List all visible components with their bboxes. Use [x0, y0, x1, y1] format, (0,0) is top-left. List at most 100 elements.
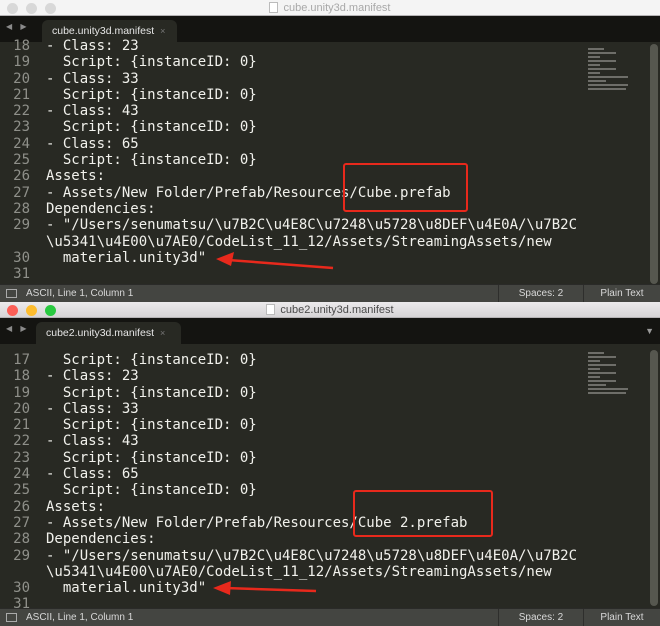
code-line[interactable]: 23 Script: {instanceID: 0}	[0, 450, 580, 466]
zoom-button[interactable]	[45, 3, 56, 14]
line-number: 18	[13, 38, 30, 54]
panel-toggle-icon[interactable]	[6, 289, 17, 298]
code-line[interactable]: 30 material.unity3d"	[0, 580, 580, 596]
document-icon	[266, 304, 276, 315]
code-line[interactable]: 24 - Class: 65	[0, 466, 580, 482]
code-line[interactable]: \u5341\u4E00\u7AE0/CodeList_11_12/Assets…	[0, 564, 580, 580]
code-line[interactable]: 21 Script: {instanceID: 0}	[0, 87, 580, 103]
line-number: 23	[13, 119, 30, 136]
code-line[interactable]: 20 - Class: 33	[0, 401, 580, 417]
code-line[interactable]: 22 - Class: 43	[0, 103, 580, 119]
code-line[interactable]: 27- Assets/New Folder/Prefab/Resources/C…	[0, 515, 580, 531]
title-bar: cube.unity3d.manifest	[0, 0, 660, 16]
close-button[interactable]	[7, 3, 18, 14]
window-title: cube2.unity3d.manifest	[280, 304, 394, 316]
line-text: Script: {instanceID: 0}	[46, 417, 257, 434]
minimize-button[interactable]	[26, 305, 37, 316]
line-number: 19	[13, 384, 30, 401]
line-number: 25	[13, 152, 30, 169]
code-line[interactable]: 23 Script: {instanceID: 0}	[0, 119, 580, 135]
nav-arrows-icon[interactable]: ◀ ▶	[6, 22, 30, 31]
code-line[interactable]: 22 - Class: 43	[0, 433, 580, 449]
close-button[interactable]	[7, 305, 18, 316]
tab-menu-icon[interactable]: ▼	[645, 326, 654, 336]
code-line[interactable]: 24 - Class: 65	[0, 136, 580, 152]
minimap[interactable]	[588, 48, 628, 108]
document-icon	[269, 2, 279, 13]
minimize-button[interactable]	[26, 3, 37, 14]
line-text: Script: {instanceID: 0}	[46, 119, 257, 136]
code-line[interactable]: 28 Dependencies:	[0, 531, 580, 547]
code-line[interactable]: 18 - Class: 23	[0, 38, 580, 54]
code-line[interactable]: 28 Dependencies:	[0, 201, 580, 217]
code-line[interactable]: 29 - "/Users/senumatsu/\u7B2C\u4E8C\u7248…	[0, 217, 580, 233]
code-line[interactable]: 29 - "/Users/senumatsu/\u7B2C\u4E8C\u7248…	[0, 548, 580, 564]
line-text: Assets:	[46, 498, 106, 515]
cursor-position: ASCII, Line 1, Column 1	[26, 288, 134, 299]
line-text: Dependencies:	[46, 531, 156, 548]
code-editor[interactable]: 17 Script: {instanceID: 0} 18- Class: 23 1…	[0, 352, 580, 613]
line-text: - Class: 65	[46, 135, 139, 152]
line-text: - Class: 65	[46, 466, 139, 483]
code-line[interactable]: 21 Script: {instanceID: 0}	[0, 417, 580, 433]
line-number: 22	[13, 103, 30, 120]
line-number: 21	[13, 86, 30, 103]
editor-window-top: cube.unity3d.manifest ◀ ▶ cube.unity3d.m…	[0, 0, 660, 302]
code-line[interactable]: 30 material.unity3d"	[0, 250, 580, 266]
code-line[interactable]: 26 Assets:	[0, 499, 580, 515]
tab-label: cube2.unity3d.manifest	[46, 327, 154, 339]
code-line[interactable]: 19 Script: {instanceID: 0}	[0, 54, 580, 70]
line-text: \u5341\u4E00\u7AE0/CodeList_11_12/Assets…	[46, 563, 552, 580]
indentation-selector[interactable]: Spaces: 2	[498, 609, 583, 626]
code-editor[interactable]: 18- Class: 23 19 Script: {instanceID: 0} 2…	[0, 38, 580, 282]
tab-bar: ◀ ▶ cube2.unity3d.manifest × ▼	[0, 318, 660, 344]
line-number: 24	[13, 466, 30, 483]
line-number: 19	[13, 54, 30, 71]
code-line[interactable]: 17 Script: {instanceID: 0}	[0, 352, 580, 368]
panel-toggle-icon[interactable]	[6, 613, 17, 622]
line-number: 27	[13, 184, 30, 201]
code-line[interactable]: 26 Assets:	[0, 168, 580, 184]
line-number: 30	[13, 249, 30, 266]
code-line[interactable]: 25 Script: {instanceID: 0}	[0, 152, 580, 168]
code-line[interactable]: 27- Assets/New Folder/Prefab/Resources/C…	[0, 185, 580, 201]
line-text: \u5341\u4E00\u7AE0/CodeList_11_12/Assets…	[46, 233, 552, 250]
zoom-button[interactable]	[45, 305, 56, 316]
syntax-selector[interactable]: Plain Text	[583, 609, 660, 626]
highlight-box-cube-prefab	[343, 163, 468, 212]
tab-close-icon[interactable]: ×	[160, 328, 165, 338]
minimap[interactable]	[588, 352, 628, 412]
line-number: 31	[13, 266, 30, 283]
scrollbar[interactable]	[650, 44, 658, 284]
line-text: - Class: 43	[46, 433, 139, 450]
tab-cube2-manifest[interactable]: cube2.unity3d.manifest ×	[36, 322, 181, 344]
line-number: 26	[13, 498, 30, 515]
tab-close-icon[interactable]: ×	[160, 26, 165, 36]
status-bar: ASCII, Line 1, Column 1 Spaces: 2 Plain …	[0, 608, 660, 626]
line-number: 18	[13, 368, 30, 385]
nav-arrows-icon[interactable]: ◀ ▶	[6, 324, 30, 333]
indentation-selector[interactable]: Spaces: 2	[498, 285, 583, 302]
line-number: 27	[13, 514, 30, 531]
scrollbar[interactable]	[650, 350, 658, 606]
line-text: material.unity3d"	[46, 580, 207, 597]
code-line[interactable]: 20 - Class: 33	[0, 71, 580, 87]
line-text: Assets:	[46, 168, 106, 185]
code-line[interactable]: 25 Script: {instanceID: 0}	[0, 482, 580, 498]
line-number: 20	[13, 400, 30, 417]
line-text: Script: {instanceID: 0}	[46, 152, 257, 169]
line-text: Script: {instanceID: 0}	[46, 449, 257, 466]
code-line[interactable]: 19 Script: {instanceID: 0}	[0, 385, 580, 401]
syntax-selector[interactable]: Plain Text	[583, 285, 660, 302]
code-line[interactable]: \u5341\u4E00\u7AE0/CodeList_11_12/Assets…	[0, 234, 580, 250]
line-text: Script: {instanceID: 0}	[46, 54, 257, 71]
window-title: cube.unity3d.manifest	[283, 2, 391, 14]
code-line[interactable]: 18 - Class: 23	[0, 368, 580, 384]
line-number: 26	[13, 168, 30, 185]
line-text: - Class: 43	[46, 103, 139, 120]
code-line[interactable]: 31	[0, 266, 580, 282]
line-text: Dependencies:	[46, 200, 156, 217]
line-number: 30	[13, 580, 30, 597]
line-text: - Class: 23	[46, 38, 139, 54]
line-text: Script: {instanceID: 0}	[46, 482, 257, 499]
